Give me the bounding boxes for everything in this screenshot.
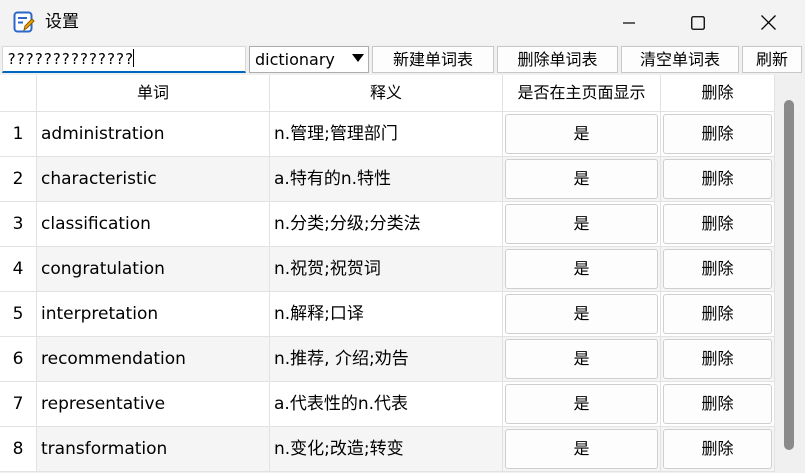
meaning-cell[interactable]: a.代表性的n.代表 bbox=[270, 382, 503, 427]
refresh-button[interactable]: 刷新 bbox=[742, 46, 802, 73]
show-on-main-button[interactable]: 是 bbox=[505, 339, 658, 379]
window-title: 设置 bbox=[45, 12, 79, 32]
delete-cell: 删除 bbox=[661, 382, 775, 427]
table-row[interactable]: 1 administration n.管理;管理部门是删除 bbox=[0, 112, 775, 157]
row-number[interactable]: 5 bbox=[0, 292, 37, 337]
row-number[interactable]: 4 bbox=[0, 247, 37, 292]
show-on-main-button[interactable]: 是 bbox=[505, 429, 658, 469]
delete-word-button[interactable]: 删除 bbox=[663, 159, 772, 199]
row-number[interactable]: 2 bbox=[0, 157, 37, 202]
row-number[interactable]: 3 bbox=[0, 202, 37, 247]
meaning-cell[interactable]: n.祝贺;祝贺词 bbox=[270, 247, 503, 292]
show-on-main-button[interactable]: 是 bbox=[505, 294, 658, 334]
show-on-main-button[interactable]: 是 bbox=[505, 204, 658, 244]
word-cell[interactable]: recommendation bbox=[37, 337, 270, 382]
delete-list-button[interactable]: 删除单词表 bbox=[497, 46, 618, 73]
close-button[interactable] bbox=[740, 0, 796, 45]
new-list-button[interactable]: 新建单词表 bbox=[372, 46, 494, 73]
header-delete[interactable]: 删除 bbox=[661, 75, 775, 112]
show-cell: 是 bbox=[503, 292, 661, 337]
show-cell: 是 bbox=[503, 157, 661, 202]
header-word[interactable]: 单词 bbox=[37, 75, 270, 112]
minimize-button[interactable] bbox=[601, 0, 657, 45]
maximize-icon bbox=[691, 15, 705, 30]
delete-word-button[interactable]: 删除 bbox=[663, 429, 772, 469]
meaning-cell[interactable]: a.特有的n.特性 bbox=[270, 157, 503, 202]
minimize-icon bbox=[623, 21, 635, 24]
meaning-cell[interactable]: n.推荐, 介绍;劝告 bbox=[270, 337, 503, 382]
title-bar: 设置 bbox=[0, 0, 805, 45]
word-input-value: ?????????????? bbox=[7, 50, 134, 68]
close-icon bbox=[760, 15, 776, 30]
dictionary-select[interactable]: dictionary bbox=[249, 46, 369, 73]
show-on-main-button[interactable]: 是 bbox=[505, 384, 658, 424]
delete-cell: 删除 bbox=[661, 292, 775, 337]
show-cell: 是 bbox=[503, 202, 661, 247]
delete-cell: 删除 bbox=[661, 247, 775, 292]
meaning-cell[interactable]: n.变化;改造;转变 bbox=[270, 427, 503, 472]
delete-word-button[interactable]: 删除 bbox=[663, 114, 772, 154]
show-cell: 是 bbox=[503, 382, 661, 427]
table-row[interactable]: 6 recommendation n.推荐, 介绍;劝告是删除 bbox=[0, 337, 775, 382]
word-cell[interactable]: transformation bbox=[37, 427, 270, 472]
table-row[interactable]: 8 transformation n.变化;改造;转变是删除 bbox=[0, 427, 775, 472]
show-on-main-button[interactable]: 是 bbox=[505, 159, 658, 199]
row-number[interactable]: 8 bbox=[0, 427, 37, 472]
word-input[interactable]: ?????????????? bbox=[2, 46, 246, 73]
word-cell[interactable]: administration bbox=[37, 112, 270, 157]
row-number[interactable]: 6 bbox=[0, 337, 37, 382]
toolbar: ?????????????? dictionary 新建单词表 删除单词表 清空… bbox=[0, 45, 805, 75]
maximize-button[interactable] bbox=[670, 0, 726, 45]
dropdown-arrow-icon[interactable] bbox=[352, 54, 364, 62]
delete-word-button[interactable]: 删除 bbox=[663, 249, 772, 289]
header-show-on-main[interactable]: 是否在主页面显示 bbox=[503, 75, 661, 112]
row-number[interactable]: 7 bbox=[0, 382, 37, 427]
delete-word-button[interactable]: 删除 bbox=[663, 384, 772, 424]
meaning-cell[interactable]: n.分类;分级;分类法 bbox=[270, 202, 503, 247]
delete-cell: 删除 bbox=[661, 337, 775, 382]
show-cell: 是 bbox=[503, 427, 661, 472]
delete-word-button[interactable]: 删除 bbox=[663, 294, 772, 334]
delete-word-button[interactable]: 删除 bbox=[663, 339, 772, 379]
delete-cell: 删除 bbox=[661, 427, 775, 472]
word-cell[interactable]: interpretation bbox=[37, 292, 270, 337]
show-cell: 是 bbox=[503, 247, 661, 292]
word-table: 单词 释义 是否在主页面显示 删除 1 administration n.管理;管理… bbox=[0, 75, 805, 473]
show-on-main-button[interactable]: 是 bbox=[505, 249, 658, 289]
show-cell: 是 bbox=[503, 337, 661, 382]
header-meaning[interactable]: 释义 bbox=[270, 75, 503, 112]
corner-header[interactable] bbox=[0, 75, 37, 112]
scrollbar-thumb[interactable] bbox=[784, 100, 794, 450]
table-row[interactable]: 3 classification n.分类;分级;分类法是删除 bbox=[0, 202, 775, 247]
table-row[interactable]: 2 characteristic a.特有的n.特性是删除 bbox=[0, 157, 775, 202]
delete-cell: 删除 bbox=[661, 112, 775, 157]
word-cell[interactable]: congratulation bbox=[37, 247, 270, 292]
meaning-cell[interactable]: n.解释;口译 bbox=[270, 292, 503, 337]
text-caret bbox=[133, 49, 135, 67]
delete-cell: 删除 bbox=[661, 202, 775, 247]
table-row[interactable]: 4 congratulation n.祝贺;祝贺词是删除 bbox=[0, 247, 775, 292]
dictionary-select-value: dictionary bbox=[255, 50, 335, 69]
row-number[interactable]: 1 bbox=[0, 112, 37, 157]
clear-list-button[interactable]: 清空单词表 bbox=[621, 46, 739, 73]
show-on-main-button[interactable]: 是 bbox=[505, 114, 658, 154]
word-cell[interactable]: representative bbox=[37, 382, 270, 427]
word-cell[interactable]: classification bbox=[37, 202, 270, 247]
table-row[interactable]: 5 interpretation n.解释;口译是删除 bbox=[0, 292, 775, 337]
delete-word-button[interactable]: 删除 bbox=[663, 204, 772, 244]
meaning-cell[interactable]: n.管理;管理部门 bbox=[270, 112, 503, 157]
table-row[interactable]: 7 representative a.代表性的n.代表是删除 bbox=[0, 382, 775, 427]
word-cell[interactable]: characteristic bbox=[37, 157, 270, 202]
show-cell: 是 bbox=[503, 112, 661, 157]
notepad-app-icon bbox=[13, 11, 35, 33]
delete-cell: 删除 bbox=[661, 157, 775, 202]
